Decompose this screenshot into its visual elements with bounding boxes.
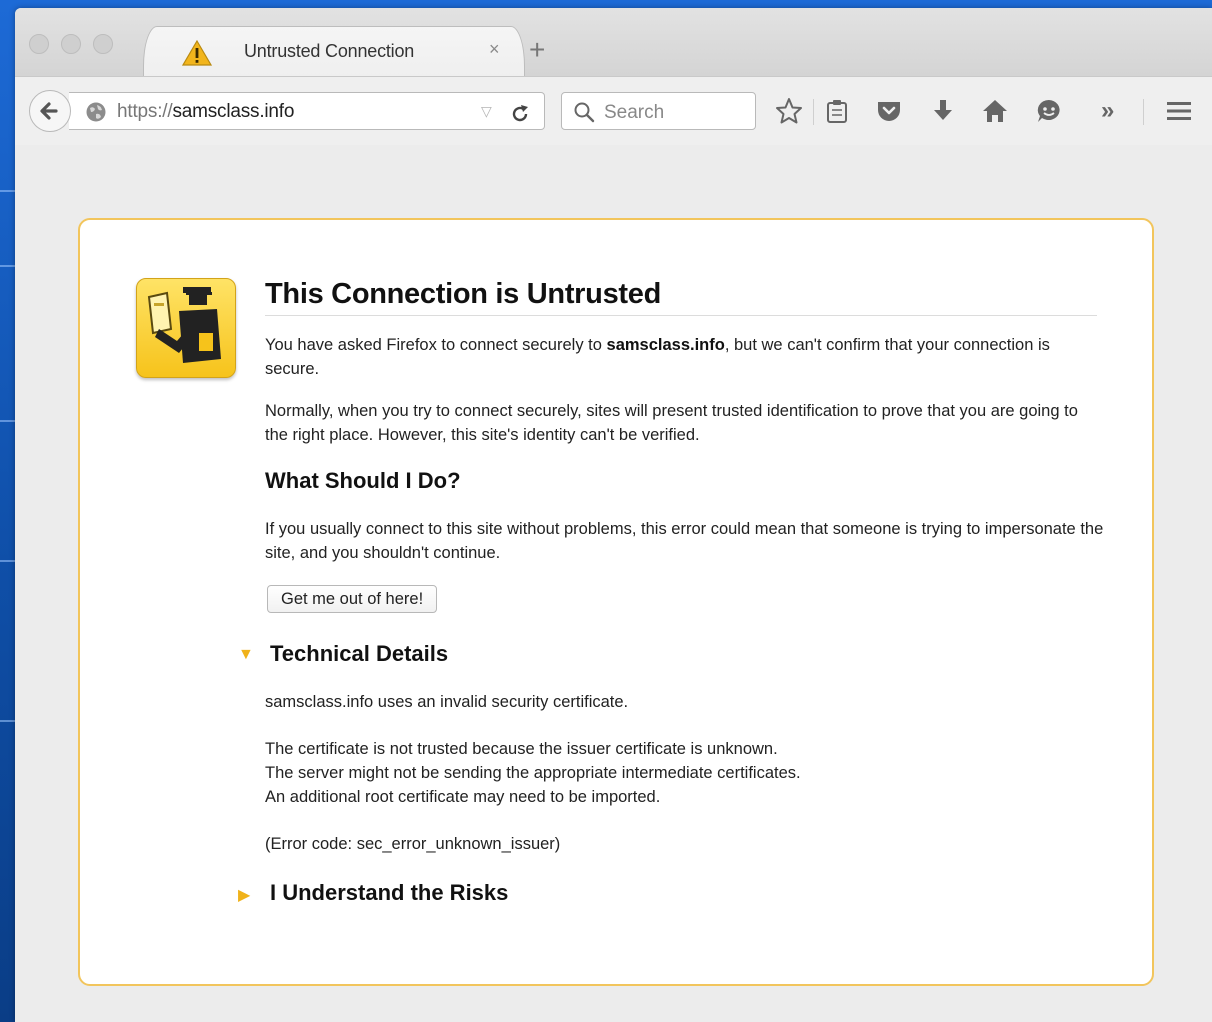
url-scheme: https:// [117,101,173,122]
overflow-chevron-icon[interactable]: » [1101,97,1129,125]
error-code-text: (Error code: sec_error_unknown_issuer) [265,835,561,853]
search-placeholder: Search [604,102,665,123]
window-minimize-button[interactable] [61,34,81,54]
page-title: This Connection is Untrusted [265,278,1097,316]
window-close-button[interactable] [29,34,49,54]
certificate-reason-line: The certificate is not trusted because t… [265,740,778,758]
desktop-edge-line [0,720,16,722]
technical-details-heading[interactable]: Technical Details [270,641,448,667]
understand-risks-heading[interactable]: I Understand the Risks [270,880,508,906]
tab-untrusted-connection[interactable]: Untrusted Connection × [143,26,525,77]
advice-text: If you usually connect to this site with… [265,520,1104,562]
get-me-out-button[interactable]: Get me out of here! [267,585,438,613]
download-icon[interactable] [929,97,957,125]
tab-close-icon[interactable]: × [489,39,500,60]
security-officer-icon [136,278,236,378]
search-icon [572,100,596,129]
toolbar-separator [813,99,814,125]
collapsed-disclosure-icon[interactable]: ▶ [238,885,250,905]
url-text[interactable]: https://samsclass.info [117,101,294,123]
url-bar[interactable]: https://samsclass.info ▽ [69,92,545,130]
invalid-certificate-text: samsclass.info uses an invalid security … [265,693,629,711]
chat-icon[interactable] [1035,97,1063,125]
browser-window: Untrusted Connection × + https://samscla… [15,8,1212,1022]
certificate-reason-line: The server might not be sending the appr… [265,764,801,782]
window-zoom-button[interactable] [93,34,113,54]
certificate-reason-line: An additional root certificate may need … [265,788,661,806]
back-button[interactable] [29,90,71,132]
desktop-edge-line [0,190,16,192]
clipboard-icon[interactable] [823,97,851,125]
toolbar-separator [1143,99,1144,125]
desktop-edge-line [0,420,16,422]
expanded-disclosure-icon[interactable]: ▼ [238,646,254,664]
reload-icon[interactable] [509,97,531,131]
desktop-edge-line [0,560,16,562]
page-content: This Connection is Untrusted You have as… [15,145,1212,1022]
new-tab-button[interactable]: + [529,36,545,64]
what-should-i-do-heading: What Should I Do? [265,468,461,493]
star-icon[interactable] [775,97,803,125]
explanation-text: Normally, when you try to connect secure… [265,402,1078,444]
history-dropdown-icon[interactable]: ▽ [481,103,492,120]
intro-text: You have asked Firefox to connect secure… [265,333,1105,381]
navigation-toolbar: https://samsclass.info ▽ Search » [15,76,1212,146]
error-card: This Connection is Untrusted You have as… [78,218,1154,986]
home-icon[interactable] [981,97,1009,125]
intro-host: samsclass.info [606,336,725,354]
search-input[interactable]: Search [561,92,756,130]
intro-text-start: You have asked Firefox to connect secure… [265,336,607,354]
back-arrow-icon [30,102,70,135]
pocket-icon[interactable] [875,97,903,125]
tab-title: Untrusted Connection [244,41,415,61]
globe-icon [85,101,107,128]
desktop-edge-line [0,265,16,267]
url-host: samsclass.info [172,101,295,122]
tab-strip: Untrusted Connection × + [15,8,1212,77]
hamburger-menu-icon[interactable] [1165,97,1193,125]
